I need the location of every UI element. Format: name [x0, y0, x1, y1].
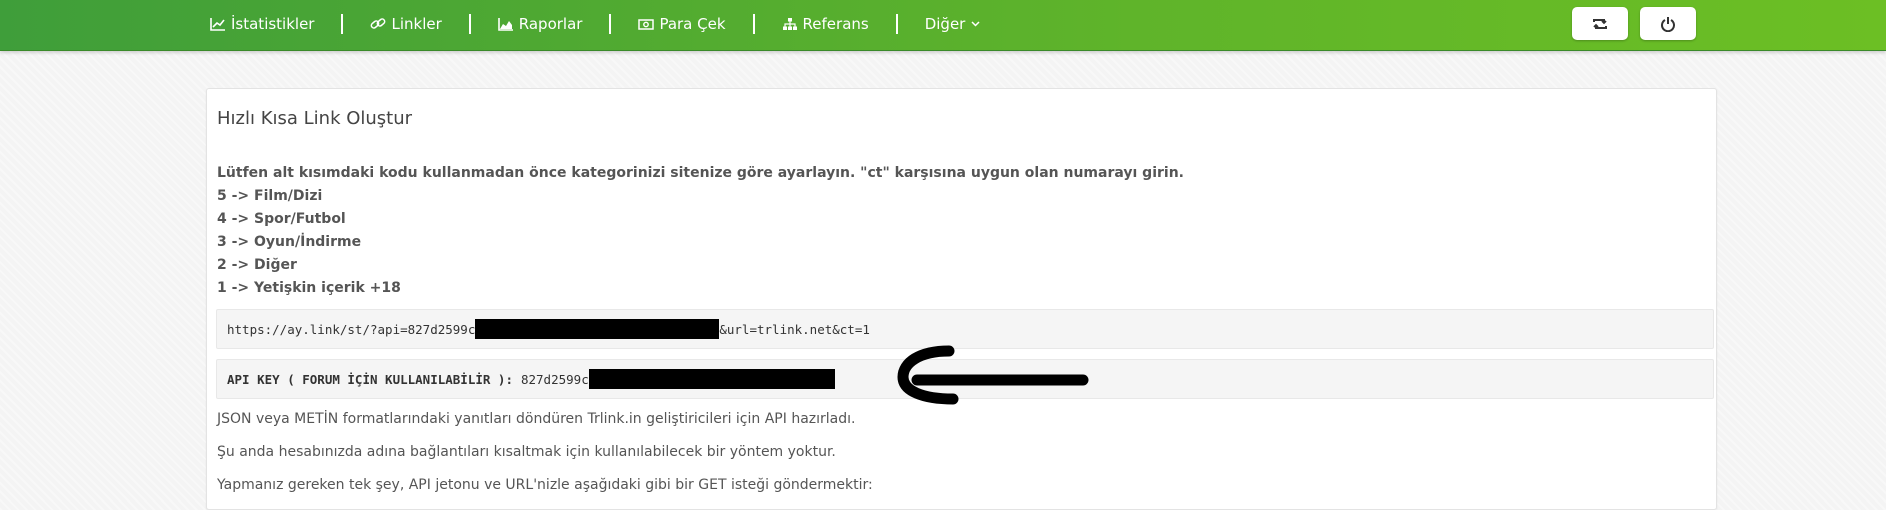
- api-description: Yapmanız gereken tek şey, API jetonu ve …: [217, 477, 873, 493]
- category-notice: Lütfen alt kısımdaki kodu kullanmadan ön…: [217, 165, 1184, 181]
- category-item: 3 -> Oyun/İndirme: [217, 234, 362, 250]
- nav-item-label: Diğer: [924, 15, 966, 33]
- nav-item-raporlar[interactable]: Raporlar: [497, 15, 583, 33]
- nav-divider: [341, 14, 344, 34]
- sitemap-icon: [782, 17, 798, 31]
- panel-title: Hızlı Kısa Link Oluştur: [217, 108, 413, 129]
- api-description: JSON veya METİN formatlarındaki yanıtlar…: [217, 411, 856, 427]
- nav-item-referans[interactable]: Referans: [782, 15, 869, 33]
- area-chart-icon: [497, 17, 514, 31]
- redaction-bar: [588, 369, 835, 389]
- nav-item-linkler[interactable]: Linkler: [370, 15, 442, 33]
- money-icon: [638, 17, 655, 31]
- logout-button[interactable]: [1640, 7, 1696, 40]
- link-icon: [370, 17, 386, 31]
- quick-link-panel: Hızlı Kısa Link Oluştur Lütfen alt kısım…: [206, 88, 1717, 510]
- api-url-suffix: &url=trlink.net&ct=1: [719, 321, 870, 337]
- nav-item-para-cek[interactable]: Para Çek: [638, 15, 726, 33]
- nav-item-label: Referans: [802, 15, 869, 33]
- api-url-prefix: https://ay.link/st/?api=827d2599c: [227, 321, 476, 337]
- nav-item-istatistikler[interactable]: İstatistikler: [210, 15, 314, 33]
- category-item: 5 -> Film/Dizi: [217, 188, 323, 204]
- retweet-icon: [1593, 18, 1607, 29]
- nav-item-label: Raporlar: [518, 15, 583, 33]
- api-key-label: API KEY ( FORUM İÇİN KULLANILABİLİR ):: [227, 371, 513, 387]
- nav-divider: [609, 14, 612, 34]
- redaction-bar: [475, 319, 720, 339]
- refresh-button[interactable]: [1572, 7, 1628, 40]
- nav-item-label: Para Çek: [659, 15, 726, 33]
- chevron-down-icon: [971, 19, 980, 30]
- category-item: 2 -> Diğer: [217, 257, 297, 273]
- nav-item-label: İstatistikler: [231, 15, 315, 33]
- line-chart-icon: [210, 17, 226, 31]
- nav-divider: [468, 14, 471, 34]
- nav-item-diger[interactable]: Diğer: [925, 15, 981, 33]
- category-item: 1 -> Yetişkin içerik +18: [217, 280, 401, 296]
- arrow-annotation-icon: [897, 345, 1089, 405]
- main-nav: İstatistikler Linkler Raporlar Para Çek: [210, 0, 980, 48]
- api-description: Şu anda hesabınızda adına bağlantıları k…: [217, 444, 836, 460]
- nav-divider: [752, 14, 755, 34]
- api-url-code[interactable]: https://ay.link/st/?api=827d2599c &url=t…: [216, 309, 1714, 349]
- top-navbar: İstatistikler Linkler Raporlar Para Çek: [0, 0, 1886, 51]
- nav-item-label: Linkler: [391, 15, 442, 33]
- api-key-prefix: 827d2599c: [520, 371, 589, 387]
- category-info: Lütfen alt kısımdaki kodu kullanmadan ön…: [217, 162, 1184, 300]
- nav-divider: [895, 14, 898, 34]
- power-icon: [1661, 16, 1675, 32]
- category-item: 4 -> Spor/Futbol: [217, 211, 346, 227]
